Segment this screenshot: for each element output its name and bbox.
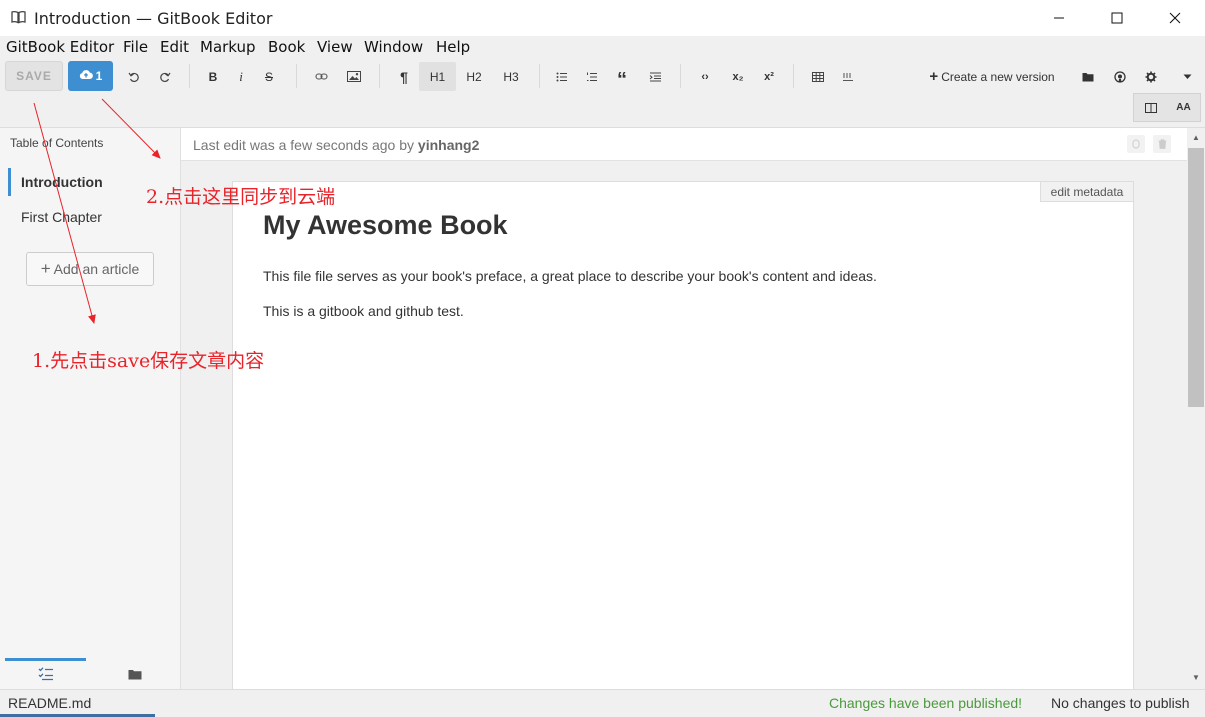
table-icon[interactable] <box>808 62 828 91</box>
cloud-upload-icon <box>79 69 93 83</box>
menu-book[interactable]: Book <box>268 38 305 56</box>
redo-icon[interactable] <box>155 62 175 91</box>
github-icon[interactable] <box>1110 62 1130 91</box>
menu-bar: GitBook Editor File Edit Markup Book Vie… <box>0 36 1205 59</box>
gitbook-editor-window: Introduction — GitBook Editor GitBook Ed… <box>0 0 1205 717</box>
numbered-list-icon[interactable] <box>582 62 602 91</box>
current-file: README.md <box>8 695 92 711</box>
indent-icon[interactable] <box>645 62 665 91</box>
publish-status: No changes to publish <box>1051 695 1190 711</box>
heading3-button[interactable]: H3 <box>495 62 527 91</box>
minimize-icon[interactable] <box>1036 0 1082 36</box>
gear-icon[interactable] <box>1141 62 1161 91</box>
bulleted-list-icon[interactable] <box>552 62 572 91</box>
menu-file[interactable]: File <box>123 38 148 56</box>
folder-icon[interactable] <box>1078 62 1098 91</box>
layout-toggle-group: AA <box>1133 93 1201 122</box>
add-article-button[interactable]: + Add an article <box>26 252 154 286</box>
document-paragraph[interactable]: This file file serves as your book's pre… <box>263 268 877 284</box>
toolbar-divider <box>189 64 190 88</box>
plus-icon: + <box>40 259 51 278</box>
strikethrough-button[interactable]: S <box>259 62 279 91</box>
create-version-button[interactable]: + Create a new version <box>926 62 1058 91</box>
code-button[interactable]: ‹› <box>695 62 715 91</box>
superscript-button[interactable]: x² <box>758 62 780 91</box>
subscript-button[interactable]: x₂ <box>727 62 749 91</box>
toc-tab-icon[interactable] <box>5 660 86 688</box>
window-title: Introduction — GitBook Editor <box>34 9 273 28</box>
sidebar: Table of Contents Introduction First Cha… <box>0 128 181 689</box>
create-version-label: Create a new version <box>941 69 1055 84</box>
trash-icon[interactable] <box>1153 135 1171 153</box>
paragraph-button[interactable]: ¶ <box>394 62 414 91</box>
title-bar: Introduction — GitBook Editor <box>0 0 1205 36</box>
toolbar-divider <box>793 64 794 88</box>
menu-view[interactable]: View <box>317 38 353 56</box>
save-button[interactable]: SAVE <box>5 61 63 91</box>
bold-button[interactable]: B <box>203 62 223 91</box>
italic-button[interactable]: i <box>231 62 251 91</box>
document-paragraph[interactable]: This is a gitbook and github test. <box>263 303 464 319</box>
menu-markup[interactable]: Markup <box>200 38 256 56</box>
toolbar-divider <box>296 64 297 88</box>
sidebar-item-introduction[interactable]: Introduction <box>21 174 103 190</box>
menu-window[interactable]: Window <box>364 38 423 56</box>
close-icon[interactable] <box>1152 0 1198 36</box>
plus-icon: + <box>929 67 939 85</box>
last-edit-user: yinhang2 <box>417 137 480 153</box>
maximize-icon[interactable] <box>1094 0 1140 36</box>
heading1-button[interactable]: H1 <box>419 62 456 91</box>
scroll-down-icon[interactable]: ▼ <box>1187 668 1205 686</box>
last-edit-bar: Last edit was a few seconds ago by yinha… <box>181 128 1187 161</box>
image-icon[interactable] <box>344 62 364 91</box>
annotation-step-1: 1.先点击save保存文章内容 <box>32 350 265 372</box>
last-edit-text: Last edit was a few seconds ago by yinha… <box>193 137 479 153</box>
files-tab-icon[interactable] <box>94 660 175 688</box>
toolbar-divider <box>680 64 681 88</box>
scroll-up-icon[interactable]: ▲ <box>1187 128 1205 146</box>
scrollbar-thumb[interactable] <box>1188 148 1204 407</box>
split-view-icon[interactable] <box>1134 94 1167 121</box>
history-icon[interactable] <box>1127 135 1145 153</box>
active-item-indicator <box>8 168 11 196</box>
published-status: Changes have been published! <box>829 695 1023 711</box>
edit-metadata-button[interactable]: edit metadata <box>1040 181 1134 202</box>
document-heading[interactable]: My Awesome Book <box>263 210 508 241</box>
toolbar-divider <box>539 64 540 88</box>
heading2-button[interactable]: H2 <box>458 62 490 91</box>
sidebar-item-first-chapter[interactable]: First Chapter <box>21 209 102 225</box>
sync-count: 1 <box>95 69 103 83</box>
document-page[interactable] <box>232 181 1134 701</box>
book-icon <box>11 10 26 24</box>
undo-icon[interactable] <box>124 62 144 91</box>
menu-help[interactable]: Help <box>436 38 470 56</box>
menu-edit[interactable]: Edit <box>160 38 189 56</box>
link-icon[interactable] <box>311 62 331 91</box>
toolbar-divider <box>379 64 380 88</box>
chevron-down-icon[interactable] <box>1177 62 1197 91</box>
annotation-step-2: 2.点击这里同步到云端 <box>146 186 336 208</box>
toc-title: Table of Contents <box>10 136 104 150</box>
status-bar: README.md Changes have been published! N… <box>0 689 1205 717</box>
add-article-label: Add an article <box>53 261 140 277</box>
math-icon[interactable] <box>838 62 858 91</box>
last-edit-prefix: Last edit was a few seconds ago by <box>193 137 418 153</box>
blockquote-button[interactable]: “ <box>612 62 632 91</box>
sync-button[interactable]: 1 <box>68 61 113 91</box>
menu-gitbook-editor[interactable]: GitBook Editor <box>6 38 114 56</box>
font-size-button[interactable]: AA <box>1167 94 1200 121</box>
